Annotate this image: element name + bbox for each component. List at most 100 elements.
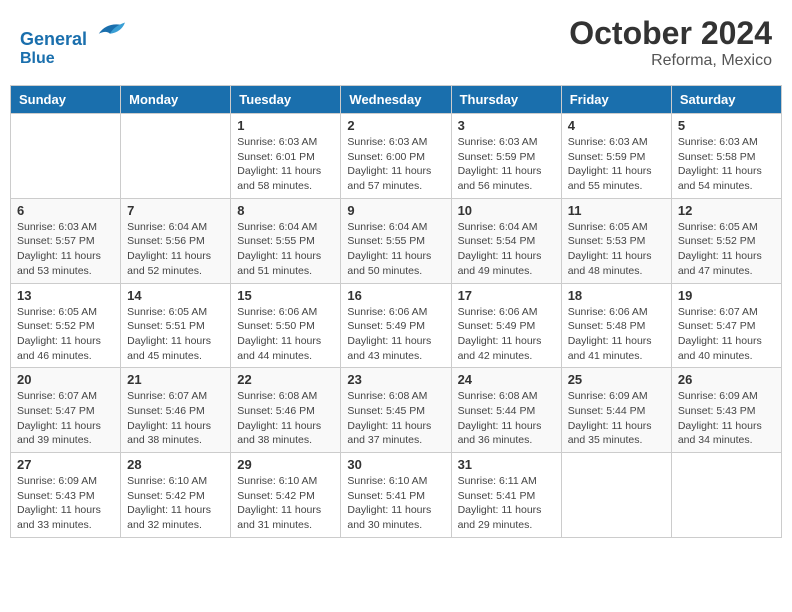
day-number: 10 xyxy=(458,203,555,218)
month-title: October 2024 xyxy=(569,15,772,52)
calendar-cell: 31 Sunrise: 6:11 AM Sunset: 5:41 PM Dayli… xyxy=(451,453,561,538)
calendar-cell: 25 Sunrise: 6:09 AM Sunset: 5:44 PM Dayli… xyxy=(561,368,671,453)
day-info: Sunrise: 6:06 AM Sunset: 5:49 PM Dayligh… xyxy=(347,305,444,364)
calendar-cell: 28 Sunrise: 6:10 AM Sunset: 5:42 PM Dayli… xyxy=(121,453,231,538)
calendar-cell xyxy=(561,453,671,538)
title-block: October 2024 Reforma, Mexico xyxy=(569,15,772,70)
logo-blue: Blue xyxy=(20,50,55,67)
day-info: Sunrise: 6:05 AM Sunset: 5:52 PM Dayligh… xyxy=(17,305,114,364)
calendar-cell: 2 Sunrise: 6:03 AM Sunset: 6:00 PM Daylig… xyxy=(341,114,451,199)
day-number: 26 xyxy=(678,372,775,387)
day-number: 19 xyxy=(678,288,775,303)
day-info: Sunrise: 6:08 AM Sunset: 5:46 PM Dayligh… xyxy=(237,389,334,448)
calendar-cell: 9 Sunrise: 6:04 AM Sunset: 5:55 PM Daylig… xyxy=(341,198,451,283)
day-info: Sunrise: 6:06 AM Sunset: 5:49 PM Dayligh… xyxy=(458,305,555,364)
calendar-cell: 27Sunrise: 6:09 AM Sunset: 5:43 PM Dayli… xyxy=(11,453,121,538)
day-info: Sunrise: 6:09 AM Sunset: 5:43 PM Dayligh… xyxy=(678,389,775,448)
day-number: 30 xyxy=(347,457,444,472)
weekday-header-saturday: Saturday xyxy=(671,86,781,114)
weekday-header-sunday: Sunday xyxy=(11,86,121,114)
weekday-header-row: SundayMondayTuesdayWednesdayThursdayFrid… xyxy=(11,86,782,114)
day-number: 18 xyxy=(568,288,665,303)
day-number: 14 xyxy=(127,288,224,303)
calendar-cell: 10 Sunrise: 6:04 AM Sunset: 5:54 PM Dayli… xyxy=(451,198,561,283)
day-info: Sunrise: 6:03 AM Sunset: 6:00 PM Dayligh… xyxy=(347,135,444,194)
day-number: 27 xyxy=(17,457,114,472)
logo-general: General xyxy=(20,29,87,49)
calendar-cell: 15Sunrise: 6:06 AM Sunset: 5:50 PM Dayli… xyxy=(231,283,341,368)
day-number: 1 xyxy=(237,118,334,133)
day-number: 22 xyxy=(237,372,334,387)
calendar-cell: 11 Sunrise: 6:05 AM Sunset: 5:53 PM Dayli… xyxy=(561,198,671,283)
day-info: Sunrise: 6:04 AM Sunset: 5:55 PM Dayligh… xyxy=(347,220,444,279)
calendar-cell: 7 Sunrise: 6:04 AM Sunset: 5:56 PM Daylig… xyxy=(121,198,231,283)
calendar-cell: 18 Sunrise: 6:06 AM Sunset: 5:48 PM Dayli… xyxy=(561,283,671,368)
day-number: 20 xyxy=(17,372,114,387)
calendar-cell: 21 Sunrise: 6:07 AM Sunset: 5:46 PM Dayli… xyxy=(121,368,231,453)
day-info: Sunrise: 6:08 AM Sunset: 5:44 PM Dayligh… xyxy=(458,389,555,448)
day-number: 28 xyxy=(127,457,224,472)
calendar-cell xyxy=(121,114,231,199)
day-info: Sunrise: 6:07 AM Sunset: 5:47 PM Dayligh… xyxy=(17,389,114,448)
day-info: Sunrise: 6:03 AM Sunset: 5:57 PM Dayligh… xyxy=(17,220,114,279)
calendar-week-row: 27Sunrise: 6:09 AM Sunset: 5:43 PM Dayli… xyxy=(11,453,782,538)
day-info: Sunrise: 6:03 AM Sunset: 5:59 PM Dayligh… xyxy=(568,135,665,194)
calendar-cell: 22 Sunrise: 6:08 AM Sunset: 5:46 PM Dayli… xyxy=(231,368,341,453)
calendar-cell: 23 Sunrise: 6:08 AM Sunset: 5:45 PM Dayli… xyxy=(341,368,451,453)
calendar-cell: 5 Sunrise: 6:03 AM Sunset: 5:58 PM Daylig… xyxy=(671,114,781,199)
day-info: Sunrise: 6:10 AM Sunset: 5:41 PM Dayligh… xyxy=(347,474,444,533)
day-number: 5 xyxy=(678,118,775,133)
day-number: 25 xyxy=(568,372,665,387)
day-info: Sunrise: 6:09 AM Sunset: 5:44 PM Dayligh… xyxy=(568,389,665,448)
day-number: 2 xyxy=(347,118,444,133)
day-number: 23 xyxy=(347,372,444,387)
day-number: 31 xyxy=(458,457,555,472)
day-number: 16 xyxy=(347,288,444,303)
calendar-cell: 19 Sunrise: 6:07 AM Sunset: 5:47 PM Dayli… xyxy=(671,283,781,368)
day-number: 29 xyxy=(237,457,334,472)
day-number: 11 xyxy=(568,203,665,218)
calendar-cell: 14 Sunrise: 6:05 AM Sunset: 5:51 PM Dayli… xyxy=(121,283,231,368)
day-info: Sunrise: 6:03 AM Sunset: 5:58 PM Dayligh… xyxy=(678,135,775,194)
day-info: Sunrise: 6:05 AM Sunset: 5:53 PM Dayligh… xyxy=(568,220,665,279)
calendar-week-row: 13Sunrise: 6:05 AM Sunset: 5:52 PM Dayli… xyxy=(11,283,782,368)
calendar-cell: 13Sunrise: 6:05 AM Sunset: 5:52 PM Dayli… xyxy=(11,283,121,368)
day-info: Sunrise: 6:03 AM Sunset: 5:59 PM Dayligh… xyxy=(458,135,555,194)
calendar-cell: 24Sunrise: 6:08 AM Sunset: 5:44 PM Dayli… xyxy=(451,368,561,453)
calendar-week-row: 20 Sunrise: 6:07 AM Sunset: 5:47 PM Dayli… xyxy=(11,368,782,453)
weekday-header-friday: Friday xyxy=(561,86,671,114)
day-info: Sunrise: 6:07 AM Sunset: 5:46 PM Dayligh… xyxy=(127,389,224,448)
calendar-cell: 30 Sunrise: 6:10 AM Sunset: 5:41 PM Dayli… xyxy=(341,453,451,538)
calendar-cell: 26 Sunrise: 6:09 AM Sunset: 5:43 PM Dayli… xyxy=(671,368,781,453)
day-info: Sunrise: 6:04 AM Sunset: 5:56 PM Dayligh… xyxy=(127,220,224,279)
day-number: 4 xyxy=(568,118,665,133)
day-info: Sunrise: 6:03 AM Sunset: 6:01 PM Dayligh… xyxy=(237,135,334,194)
day-info: Sunrise: 6:11 AM Sunset: 5:41 PM Dayligh… xyxy=(458,474,555,533)
weekday-header-wednesday: Wednesday xyxy=(341,86,451,114)
day-info: Sunrise: 6:04 AM Sunset: 5:54 PM Dayligh… xyxy=(458,220,555,279)
day-number: 3 xyxy=(458,118,555,133)
calendar-cell: 6Sunrise: 6:03 AM Sunset: 5:57 PM Daylig… xyxy=(11,198,121,283)
day-number: 9 xyxy=(347,203,444,218)
day-number: 8 xyxy=(237,203,334,218)
day-info: Sunrise: 6:06 AM Sunset: 5:50 PM Dayligh… xyxy=(237,305,334,364)
calendar-cell: 3 Sunrise: 6:03 AM Sunset: 5:59 PM Daylig… xyxy=(451,114,561,199)
calendar-cell: 12Sunrise: 6:05 AM Sunset: 5:52 PM Dayli… xyxy=(671,198,781,283)
calendar-cell: 8 Sunrise: 6:04 AM Sunset: 5:55 PM Daylig… xyxy=(231,198,341,283)
day-info: Sunrise: 6:04 AM Sunset: 5:55 PM Dayligh… xyxy=(237,220,334,279)
day-info: Sunrise: 6:06 AM Sunset: 5:48 PM Dayligh… xyxy=(568,305,665,364)
day-info: Sunrise: 6:05 AM Sunset: 5:51 PM Dayligh… xyxy=(127,305,224,364)
calendar-week-row: 6Sunrise: 6:03 AM Sunset: 5:57 PM Daylig… xyxy=(11,198,782,283)
day-info: Sunrise: 6:10 AM Sunset: 5:42 PM Dayligh… xyxy=(127,474,224,533)
calendar-cell: 1 Sunrise: 6:03 AM Sunset: 6:01 PM Daylig… xyxy=(231,114,341,199)
calendar-cell: 4 Sunrise: 6:03 AM Sunset: 5:59 PM Daylig… xyxy=(561,114,671,199)
day-number: 12 xyxy=(678,203,775,218)
day-number: 7 xyxy=(127,203,224,218)
calendar-cell: 29Sunrise: 6:10 AM Sunset: 5:42 PM Dayli… xyxy=(231,453,341,538)
calendar-cell xyxy=(671,453,781,538)
calendar-cell: 17 Sunrise: 6:06 AM Sunset: 5:49 PM Dayli… xyxy=(451,283,561,368)
day-info: Sunrise: 6:08 AM Sunset: 5:45 PM Dayligh… xyxy=(347,389,444,448)
day-number: 21 xyxy=(127,372,224,387)
day-info: Sunrise: 6:07 AM Sunset: 5:47 PM Dayligh… xyxy=(678,305,775,364)
day-number: 17 xyxy=(458,288,555,303)
